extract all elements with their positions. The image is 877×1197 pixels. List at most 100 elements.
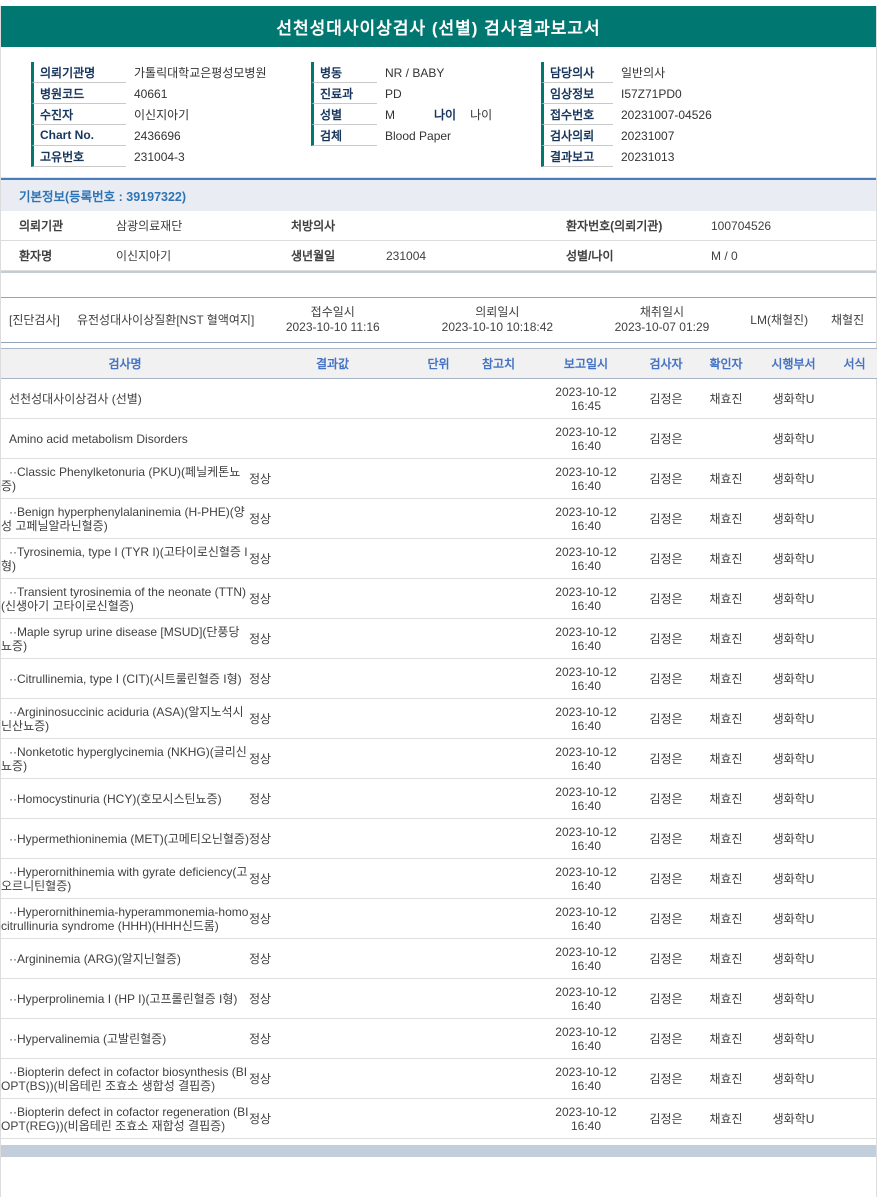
patient-info-row: 성별 M 나이 나이 bbox=[311, 104, 541, 125]
result-value: 정상 bbox=[249, 1098, 416, 1139]
department-name: 생화학U bbox=[756, 818, 831, 859]
receipt-datetime: 접수일시 2023-10-10 11:16 bbox=[255, 305, 410, 335]
col-header-tester: 검사자 bbox=[636, 348, 696, 379]
field-value-2 bbox=[183, 83, 197, 104]
report-time: 16:40 bbox=[570, 1038, 602, 1053]
report-time: 16:40 bbox=[570, 838, 602, 853]
confirmer-name: 채효진 bbox=[696, 538, 756, 579]
patient-info-row: 병동 NR / BABY bbox=[311, 62, 541, 83]
unit-value bbox=[416, 818, 461, 859]
test-name: ··Hypervalinemia (고발린혈증) bbox=[1, 1018, 249, 1059]
field-label: 검사의뢰 bbox=[541, 125, 613, 146]
report-date: 2023-10-12 bbox=[555, 824, 617, 839]
field-value: PD bbox=[385, 86, 402, 101]
report-datetime: 2023-10-12 16:40 bbox=[536, 618, 636, 659]
report-date: 2023-10-12 bbox=[555, 584, 617, 599]
tester-name: 김정은 bbox=[636, 1018, 696, 1059]
results-body: 선천성대사이상검사 (선별) 2023-10-12 16:45 김정은 채효진 … bbox=[1, 378, 877, 1139]
report-datetime: 2023-10-12 16:40 bbox=[536, 1098, 636, 1139]
result-row: ··Argininemia (ARG)(알지닌혈증) 정상 2023-10-12… bbox=[1, 938, 877, 979]
result-value bbox=[249, 418, 416, 459]
report-date: 2023-10-12 bbox=[555, 1104, 617, 1119]
format-value bbox=[831, 378, 877, 419]
confirmer-name: 채효진 bbox=[696, 778, 756, 819]
result-value: 정상 bbox=[249, 498, 416, 539]
col-header-format: 서식 bbox=[831, 348, 877, 379]
test-name: ··Tyrosinemia, type I (TYR I)(고타이로신혈증 I형… bbox=[1, 538, 249, 579]
report-date: 2023-10-12 bbox=[555, 424, 617, 439]
basic-info-title: 기본정보(등록번호 : 39197322) bbox=[19, 190, 187, 204]
field-label: 생년월일 bbox=[291, 249, 336, 263]
field-value: 가톨릭대학교은평성모병원 bbox=[134, 66, 267, 80]
report-datetime: 2023-10-12 16:40 bbox=[536, 458, 636, 499]
patient-info-row: 의뢰기관명 가톨릭대학교은평성모병원 bbox=[31, 62, 311, 83]
report-datetime: 2023-10-12 16:40 bbox=[536, 898, 636, 939]
result-row: ··Tyrosinemia, type I (TYR I)(고타이로신혈증 I형… bbox=[1, 538, 877, 579]
patient-info-row: 검사의뢰 20231007 bbox=[541, 125, 871, 146]
format-value bbox=[831, 1098, 877, 1139]
field-value-2 bbox=[674, 146, 688, 167]
col-header-unit: 단위 bbox=[416, 348, 461, 379]
tester-name: 김정은 bbox=[636, 458, 696, 499]
result-row: ··Classic Phenylketonuria (PKU)(페닐케톤뇨증) … bbox=[1, 458, 877, 499]
tester-name: 김정은 bbox=[636, 418, 696, 459]
tester-name: 김정은 bbox=[636, 658, 696, 699]
tester-name: 김정은 bbox=[636, 978, 696, 1019]
test-name: ··Hypermethioninemia (MET)(고메티오닌혈증) bbox=[1, 818, 249, 859]
result-value: 정상 bbox=[249, 658, 416, 699]
patient-info-row: 검체 Blood Paper bbox=[311, 125, 541, 146]
reference-range bbox=[461, 938, 536, 979]
department-name: 생화학U bbox=[756, 498, 831, 539]
tester-name: 김정은 bbox=[636, 778, 696, 819]
report-date: 2023-10-12 bbox=[555, 544, 617, 559]
unit-value bbox=[416, 498, 461, 539]
unit-value bbox=[416, 858, 461, 899]
results-table: 검사명 결과값 단위 참고치 보고일시 검사자 확인자 시행부서 서식 선천성대… bbox=[1, 348, 877, 1139]
test-name: ··Benign hyperphenylalaninemia (H-PHE)(양… bbox=[1, 498, 249, 539]
field-value: 이신지아기 bbox=[116, 249, 172, 263]
reference-range bbox=[461, 1058, 536, 1099]
field-value: 일반의사 bbox=[621, 66, 666, 80]
format-value bbox=[831, 818, 877, 859]
result-value: 정상 bbox=[249, 1018, 416, 1059]
format-value bbox=[831, 538, 877, 579]
test-name: Amino acid metabolism Disorders bbox=[1, 418, 249, 459]
department-name: 생화학U bbox=[756, 778, 831, 819]
department-name: 생화학U bbox=[756, 738, 831, 779]
report-time: 16:40 bbox=[570, 918, 602, 933]
confirmer-name: 채효진 bbox=[696, 738, 756, 779]
reference-range bbox=[461, 618, 536, 659]
unit-value bbox=[416, 738, 461, 779]
reference-range bbox=[461, 378, 536, 419]
report-time: 16:40 bbox=[570, 758, 602, 773]
result-value: 정상 bbox=[249, 858, 416, 899]
report-time: 16:40 bbox=[570, 1078, 602, 1093]
field-label: Chart No. bbox=[31, 125, 126, 146]
tester-name: 김정은 bbox=[636, 818, 696, 859]
format-value bbox=[831, 658, 877, 699]
format-value bbox=[831, 738, 877, 779]
tester-name: 김정은 bbox=[636, 578, 696, 619]
department-name: 생화학U bbox=[756, 938, 831, 979]
footer-divider bbox=[1, 1145, 876, 1157]
report-date: 2023-10-12 bbox=[555, 1024, 617, 1039]
report-datetime: 2023-10-12 16:40 bbox=[536, 778, 636, 819]
format-value bbox=[831, 778, 877, 819]
report-time: 16:40 bbox=[570, 878, 602, 893]
report-datetime: 2023-10-12 16:40 bbox=[536, 818, 636, 859]
result-value bbox=[249, 378, 416, 419]
confirmer-name: 채효진 bbox=[696, 1098, 756, 1139]
report-time: 16:40 bbox=[570, 478, 602, 493]
department-name: 생화학U bbox=[756, 458, 831, 499]
confirmer-name: 채효진 bbox=[696, 658, 756, 699]
result-row: ··Citrullinemia, type I (CIT)(시트룰린혈증 I형)… bbox=[1, 658, 877, 699]
test-name: ··Homocystinuria (HCY)(호모시스틴뇨증) bbox=[1, 778, 249, 819]
report-time: 16:40 bbox=[570, 678, 602, 693]
reference-range bbox=[461, 858, 536, 899]
reference-range bbox=[461, 498, 536, 539]
reference-range bbox=[461, 1018, 536, 1059]
unit-value bbox=[416, 1098, 461, 1139]
field-value-2 bbox=[682, 83, 696, 104]
result-row: ··Hyperornithinemia with gyrate deficien… bbox=[1, 858, 877, 899]
report-datetime: 2023-10-12 16:40 bbox=[536, 578, 636, 619]
